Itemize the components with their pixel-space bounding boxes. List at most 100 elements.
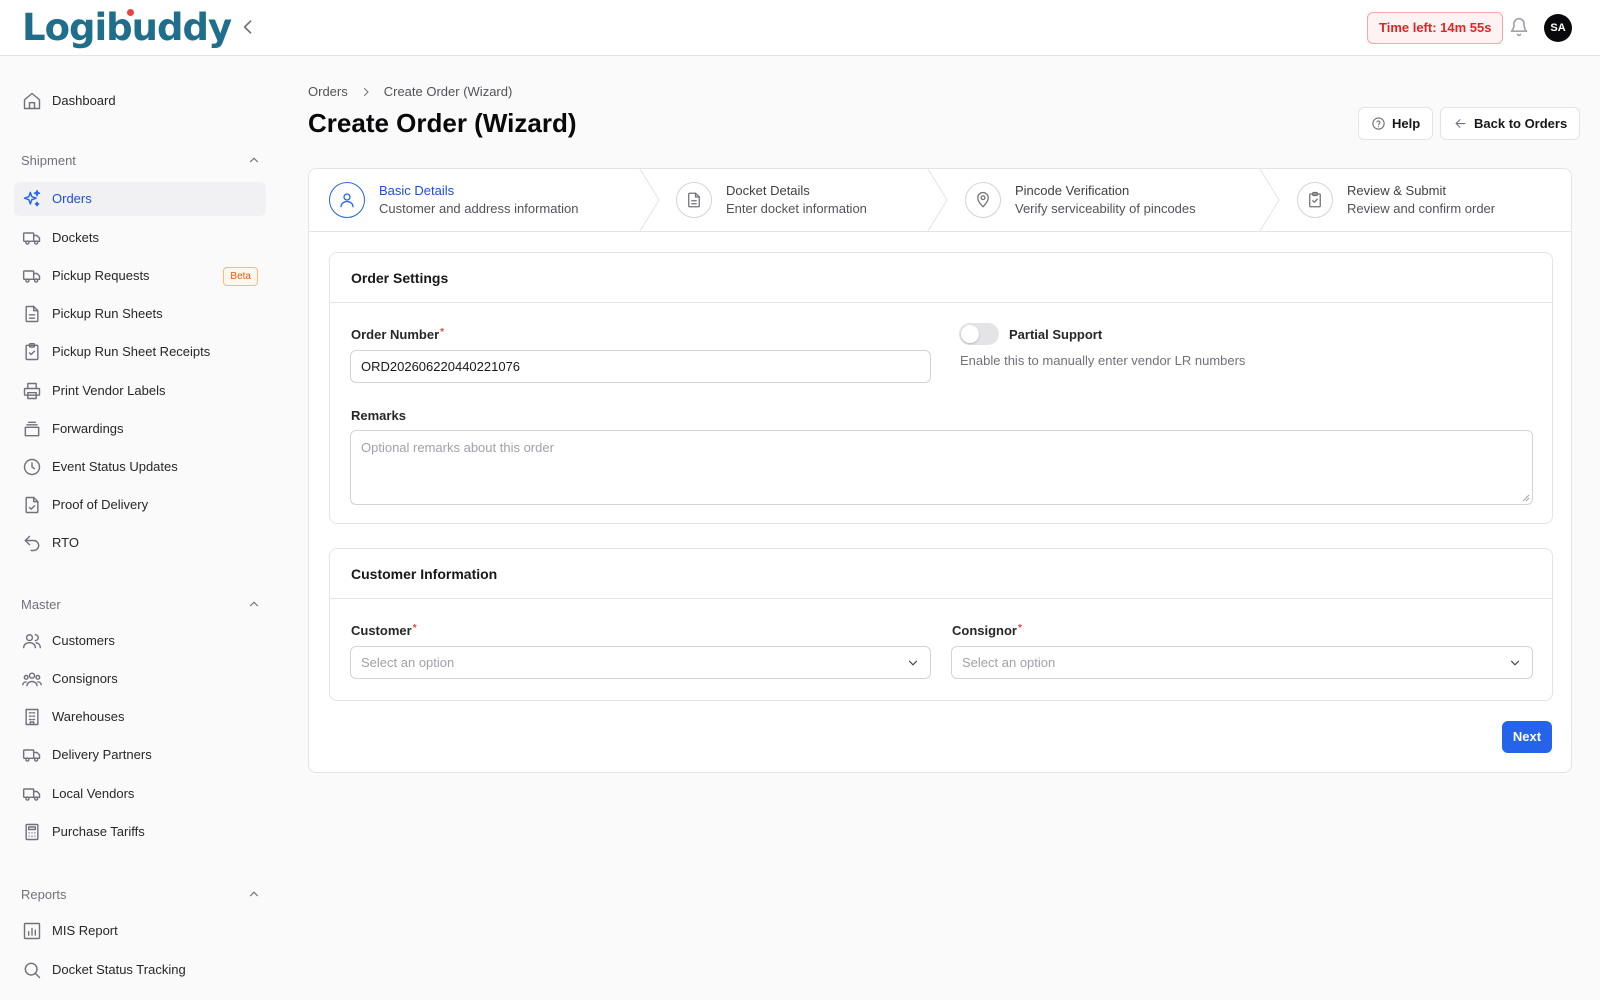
customer-information-card: Customer Information Customer* Select an… — [329, 548, 1553, 701]
order-number-input[interactable]: ORD202606220440221076 — [350, 350, 931, 383]
step-docket-details[interactable]: Docket Details Enter docket information — [676, 169, 926, 231]
sidebar-item-label: RTO — [52, 535, 79, 550]
bell-icon — [1510, 17, 1528, 37]
customer-select-placeholder: Select an option — [361, 655, 455, 670]
file-check-icon — [25, 496, 39, 514]
chevron-down-icon — [908, 660, 918, 666]
required-marker: * — [1018, 623, 1022, 634]
step-pincode-verification[interactable]: Pincode Verification Verify serviceabili… — [965, 169, 1265, 231]
breadcrumb-orders-link[interactable]: Orders — [308, 84, 348, 99]
section-master-toggle[interactable]: Master — [21, 595, 261, 615]
step-review-submit[interactable]: Review & Submit Review and confirm order — [1297, 169, 1557, 231]
users-group-icon — [22, 672, 42, 687]
sidebar: Dashboard Shipment Orders Dockets Pickup… — [0, 57, 280, 1000]
step-description: Review and confirm order — [1347, 201, 1496, 216]
sidebar-item-print-vendor-labels[interactable]: Print Vendor Labels — [14, 374, 266, 408]
step-divider — [639, 169, 660, 231]
next-button[interactable]: Next — [1502, 721, 1552, 753]
notifications-button[interactable] — [1509, 17, 1529, 37]
sidebar-item-event-status-updates[interactable]: Event Status Updates — [14, 450, 266, 484]
sidebar-item-consignors[interactable]: Consignors — [14, 662, 266, 696]
chevron-right-icon — [363, 87, 369, 96]
bar-chart-icon — [23, 922, 41, 940]
consignor-label: Consignor* — [952, 623, 1022, 638]
sidebar-item-delivery-partners[interactable]: Delivery Partners — [14, 738, 266, 772]
sidebar-item-docket-status-tracking[interactable]: Docket Status Tracking — [14, 953, 266, 987]
sidebar-item-purchase-tariffs[interactable]: Purchase Tariffs — [14, 815, 266, 849]
sidebar-item-label: MIS Report — [52, 923, 118, 938]
customer-label: Customer* — [351, 623, 417, 638]
sparkles-icon — [23, 189, 41, 207]
sidebar-item-warehouses[interactable]: Warehouses — [14, 700, 266, 734]
sidebar-item-label: Forwardings — [52, 421, 124, 436]
step-title: Pincode Verification — [1015, 183, 1130, 198]
arrow-left-icon — [1455, 119, 1466, 128]
step-description: Verify serviceability of pincodes — [1015, 201, 1196, 216]
collapse-sidebar-button[interactable] — [238, 16, 258, 38]
sidebar-item-dashboard[interactable]: Dashboard — [14, 84, 266, 118]
sidebar-item-orders[interactable]: Orders — [14, 182, 266, 216]
order-number-label: Order Number* — [351, 327, 444, 342]
building-icon — [25, 708, 39, 726]
sidebar-item-forwardings[interactable]: Forwardings — [14, 412, 266, 446]
back-button-label: Back to Orders — [1474, 116, 1568, 131]
resize-grip-icon[interactable] — [1522, 494, 1530, 502]
truck-icon — [22, 270, 41, 283]
printer-icon — [23, 382, 41, 400]
required-marker: * — [412, 623, 417, 634]
step-title: Review & Submit — [1347, 183, 1446, 198]
order-wizard: Basic Details Customer and address infor… — [308, 168, 1572, 773]
section-label: Shipment — [21, 153, 76, 168]
step-title: Docket Details — [726, 183, 810, 198]
sidebar-item-mis-report[interactable]: MIS Report — [14, 914, 266, 948]
sidebar-item-pickup-run-sheet-receipts[interactable]: Pickup Run Sheet Receipts — [14, 335, 266, 369]
sidebar-item-rto[interactable]: RTO — [14, 526, 266, 560]
file-text-icon — [688, 192, 700, 208]
sidebar-item-local-vendors[interactable]: Local Vendors — [14, 777, 266, 811]
user-icon — [340, 193, 354, 208]
chevron-up-icon — [249, 601, 259, 607]
sidebar-item-label: Dashboard — [52, 93, 116, 108]
section-shipment-toggle[interactable]: Shipment — [21, 151, 261, 171]
customer-select[interactable]: Select an option — [350, 646, 931, 679]
top-bar: Logibuddy Time left: 14m 55s SA — [0, 0, 1600, 56]
sidebar-item-pickup-requests[interactable]: Pickup Requests Beta — [14, 259, 266, 293]
sidebar-item-customers[interactable]: Customers — [14, 624, 266, 658]
field-label-text: Consignor — [952, 623, 1017, 638]
sidebar-item-label: Pickup Requests — [52, 268, 150, 283]
home-icon — [23, 92, 41, 110]
sidebar-item-label: Customers — [52, 633, 115, 648]
help-button[interactable]: Help — [1358, 107, 1434, 140]
user-avatar[interactable]: SA — [1544, 14, 1572, 42]
sidebar-item-label: Warehouses — [52, 709, 125, 724]
back-to-orders-button[interactable]: Back to Orders — [1440, 107, 1581, 140]
beta-badge: Beta — [223, 267, 258, 286]
sidebar-item-label: Docket Status Tracking — [52, 962, 186, 977]
help-button-label: Help — [1392, 116, 1421, 131]
step-description: Customer and address information — [379, 201, 579, 216]
section-label: Master — [21, 597, 61, 612]
users-icon — [22, 634, 42, 649]
section-label: Reports — [21, 887, 67, 902]
sidebar-item-proof-of-delivery[interactable]: Proof of Delivery — [14, 488, 266, 522]
chevron-down-icon — [1510, 660, 1520, 666]
partial-support-toggle[interactable] — [959, 323, 999, 345]
truck-icon — [22, 232, 41, 245]
sidebar-item-label: Orders — [52, 191, 92, 206]
step-indicator — [965, 182, 1001, 218]
step-divider — [927, 169, 948, 231]
sidebar-item-dockets[interactable]: Dockets — [14, 221, 266, 255]
card-title: Customer Information — [330, 549, 1552, 599]
section-reports-toggle[interactable]: Reports — [21, 885, 261, 905]
session-timer-badge: Time left: 14m 55s — [1367, 12, 1504, 44]
step-basic-details[interactable]: Basic Details Customer and address infor… — [329, 169, 629, 231]
sidebar-item-pickup-run-sheets[interactable]: Pickup Run Sheets — [14, 297, 266, 331]
order-settings-card: Order Settings Order Number* ORD20260622… — [329, 252, 1553, 524]
sidebar-item-label: Purchase Tariffs — [52, 824, 145, 839]
consignor-select[interactable]: Select an option — [951, 646, 1533, 679]
sidebar-item-label: Event Status Updates — [52, 459, 178, 474]
sidebar-item-label: Proof of Delivery — [52, 497, 149, 512]
sidebar-item-label: Pickup Run Sheets — [52, 306, 163, 321]
partial-support-help: Enable this to manually enter vendor LR … — [960, 353, 1246, 368]
remarks-textarea[interactable]: Optional remarks about this order — [350, 430, 1533, 505]
